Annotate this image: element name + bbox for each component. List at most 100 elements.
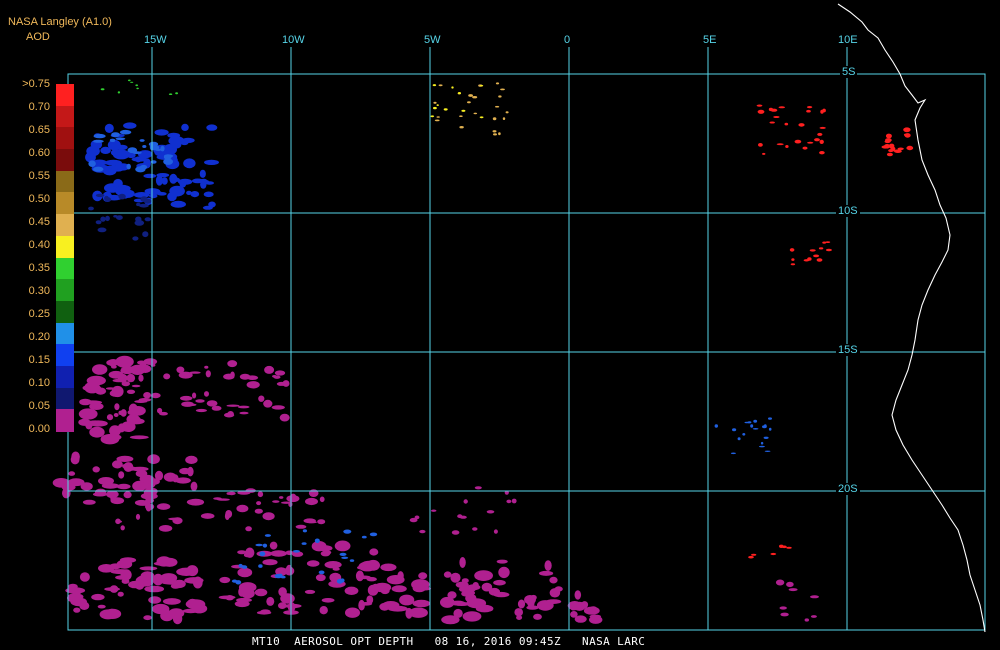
- aod-pixel-cluster: [109, 138, 115, 142]
- aod-pixel-cluster: [769, 121, 775, 124]
- aod-pixel-cluster: [168, 93, 173, 95]
- aod-pixel-cluster: [324, 561, 342, 569]
- colorbar-swatch: [56, 322, 74, 345]
- colorbar-tick-label: 0.40: [28, 239, 50, 251]
- aod-pixel-cluster: [788, 588, 798, 592]
- colorbar-tick-label: 0.00: [28, 423, 50, 435]
- aod-map: [52, 3, 986, 633]
- aod-pixel-cluster: [813, 254, 820, 258]
- aod-pixel-cluster: [131, 384, 141, 388]
- aod-pixel-cluster: [113, 413, 119, 417]
- aod-pixel-cluster: [106, 414, 114, 421]
- aod-pixel-cluster: [94, 488, 107, 496]
- aod-pixel-cluster: [341, 556, 349, 559]
- aod-pixel-cluster: [279, 413, 290, 422]
- aod-pixel-cluster: [126, 163, 131, 170]
- aod-pixel-cluster: [274, 370, 286, 376]
- aod-pixel-cluster: [200, 513, 215, 519]
- aod-pixel-cluster: [405, 607, 413, 619]
- aod-pixel-cluster: [239, 373, 251, 380]
- aod-pixel-cluster: [737, 437, 741, 441]
- aod-pixel-cluster: [168, 608, 185, 619]
- aod-pixel-cluster: [159, 411, 168, 416]
- colorbar-swatch: [56, 170, 74, 193]
- aod-pixel-cluster: [511, 498, 517, 504]
- aod-pixel-cluster: [549, 576, 558, 584]
- aod-pixel-cluster: [103, 433, 122, 441]
- lat-lon-grid: [67, 47, 986, 631]
- aod-pixel-cluster: [130, 81, 134, 83]
- aod-pixel-cluster: [886, 152, 893, 157]
- aod-pixel-cluster: [321, 598, 335, 603]
- aod-pixel-cluster: [145, 497, 155, 504]
- aod-pixel-cluster: [104, 123, 114, 133]
- aod-pixel-cluster: [156, 503, 171, 510]
- aod-pixel-cluster: [304, 589, 316, 594]
- aod-pixel-cluster: [100, 88, 105, 91]
- aod-pixel-cluster: [474, 486, 482, 490]
- aod-pixel-cluster: [190, 481, 198, 491]
- aod-pixel-cluster: [118, 193, 126, 200]
- aod-pixel-cluster: [264, 534, 271, 537]
- aod-pixel-cluster: [506, 499, 512, 504]
- aod-pixel-cluster: [308, 489, 319, 497]
- aod-pixel-cluster: [757, 109, 765, 114]
- aod-pixel-cluster: [492, 117, 497, 121]
- aod-pixel-cluster: [160, 145, 165, 152]
- aod-pixel-cluster: [778, 106, 786, 109]
- aod-pixel-cluster: [279, 496, 284, 499]
- aod-pixel-cluster: [89, 426, 105, 438]
- aod-pixel-cluster: [135, 513, 141, 520]
- aod-pixel-cluster: [143, 173, 157, 179]
- aod-pixel-cluster: [180, 395, 193, 401]
- aod-pixel-cluster: [185, 403, 197, 407]
- aod-pixel-cluster: [101, 483, 119, 489]
- aod-pixel-cluster: [179, 180, 187, 188]
- aod-pixel-cluster: [756, 104, 763, 107]
- aod-pixel-cluster: [87, 420, 104, 425]
- aod-pixel-cluster: [245, 526, 252, 532]
- aod-pixel-cluster: [273, 375, 281, 379]
- aod-pixel-cluster: [763, 424, 767, 428]
- aod-pixel-cluster: [758, 143, 763, 147]
- colorbar-swatch: [56, 192, 74, 215]
- aod-pixel-cluster: [431, 509, 437, 512]
- aod-pixel-cluster: [176, 567, 197, 576]
- aod-pixel-cluster: [779, 606, 787, 610]
- aod-pixel-cluster: [112, 378, 126, 383]
- aod-pixel-cluster: [175, 477, 191, 484]
- aod-pixel-cluster: [434, 119, 440, 122]
- aod-pixel-cluster: [91, 593, 105, 601]
- aod-pixel-cluster: [810, 595, 819, 599]
- aod-pixel-cluster: [495, 105, 500, 108]
- aod-pixel-cluster: [129, 435, 149, 440]
- aod-pixel-cluster: [459, 115, 463, 117]
- aod-pixel-cluster: [451, 86, 454, 89]
- aod-pixel-cluster: [493, 591, 510, 598]
- aod-pixel-cluster: [92, 364, 108, 375]
- aod-pixel-cluster: [786, 581, 794, 588]
- aod-pixel-cluster: [246, 381, 260, 389]
- aod-pixel-cluster: [369, 532, 378, 537]
- aod-pixel-cluster: [903, 127, 911, 133]
- aod-pixel-cluster: [505, 111, 509, 114]
- colorbar-tick-label: 0.65: [28, 124, 50, 136]
- aod-pixel-cluster: [493, 529, 498, 534]
- aod-pixel-cluster: [241, 565, 248, 569]
- aod-pixel-cluster: [545, 599, 562, 604]
- lon-label-5w: 5W: [424, 34, 441, 46]
- aod-pixel-cluster: [786, 546, 792, 549]
- aod-pixel-cluster: [70, 454, 80, 465]
- aod-pixel-cluster: [172, 517, 183, 525]
- aod-pixel-cluster: [176, 189, 184, 193]
- aod-pixel-cluster: [156, 173, 170, 178]
- aod-pixel-cluster: [111, 132, 120, 138]
- aod-pixel-cluster: [412, 599, 431, 608]
- lon-label-10w: 10W: [282, 34, 305, 46]
- aod-pixel-cluster: [884, 144, 891, 149]
- aod-pixel-cluster: [790, 263, 796, 266]
- aod-pixel-cluster: [339, 552, 347, 557]
- aod-pixel-cluster: [473, 112, 478, 115]
- colorbar-tick-label: 0.70: [28, 101, 50, 113]
- aod-pixel-cluster: [336, 578, 343, 584]
